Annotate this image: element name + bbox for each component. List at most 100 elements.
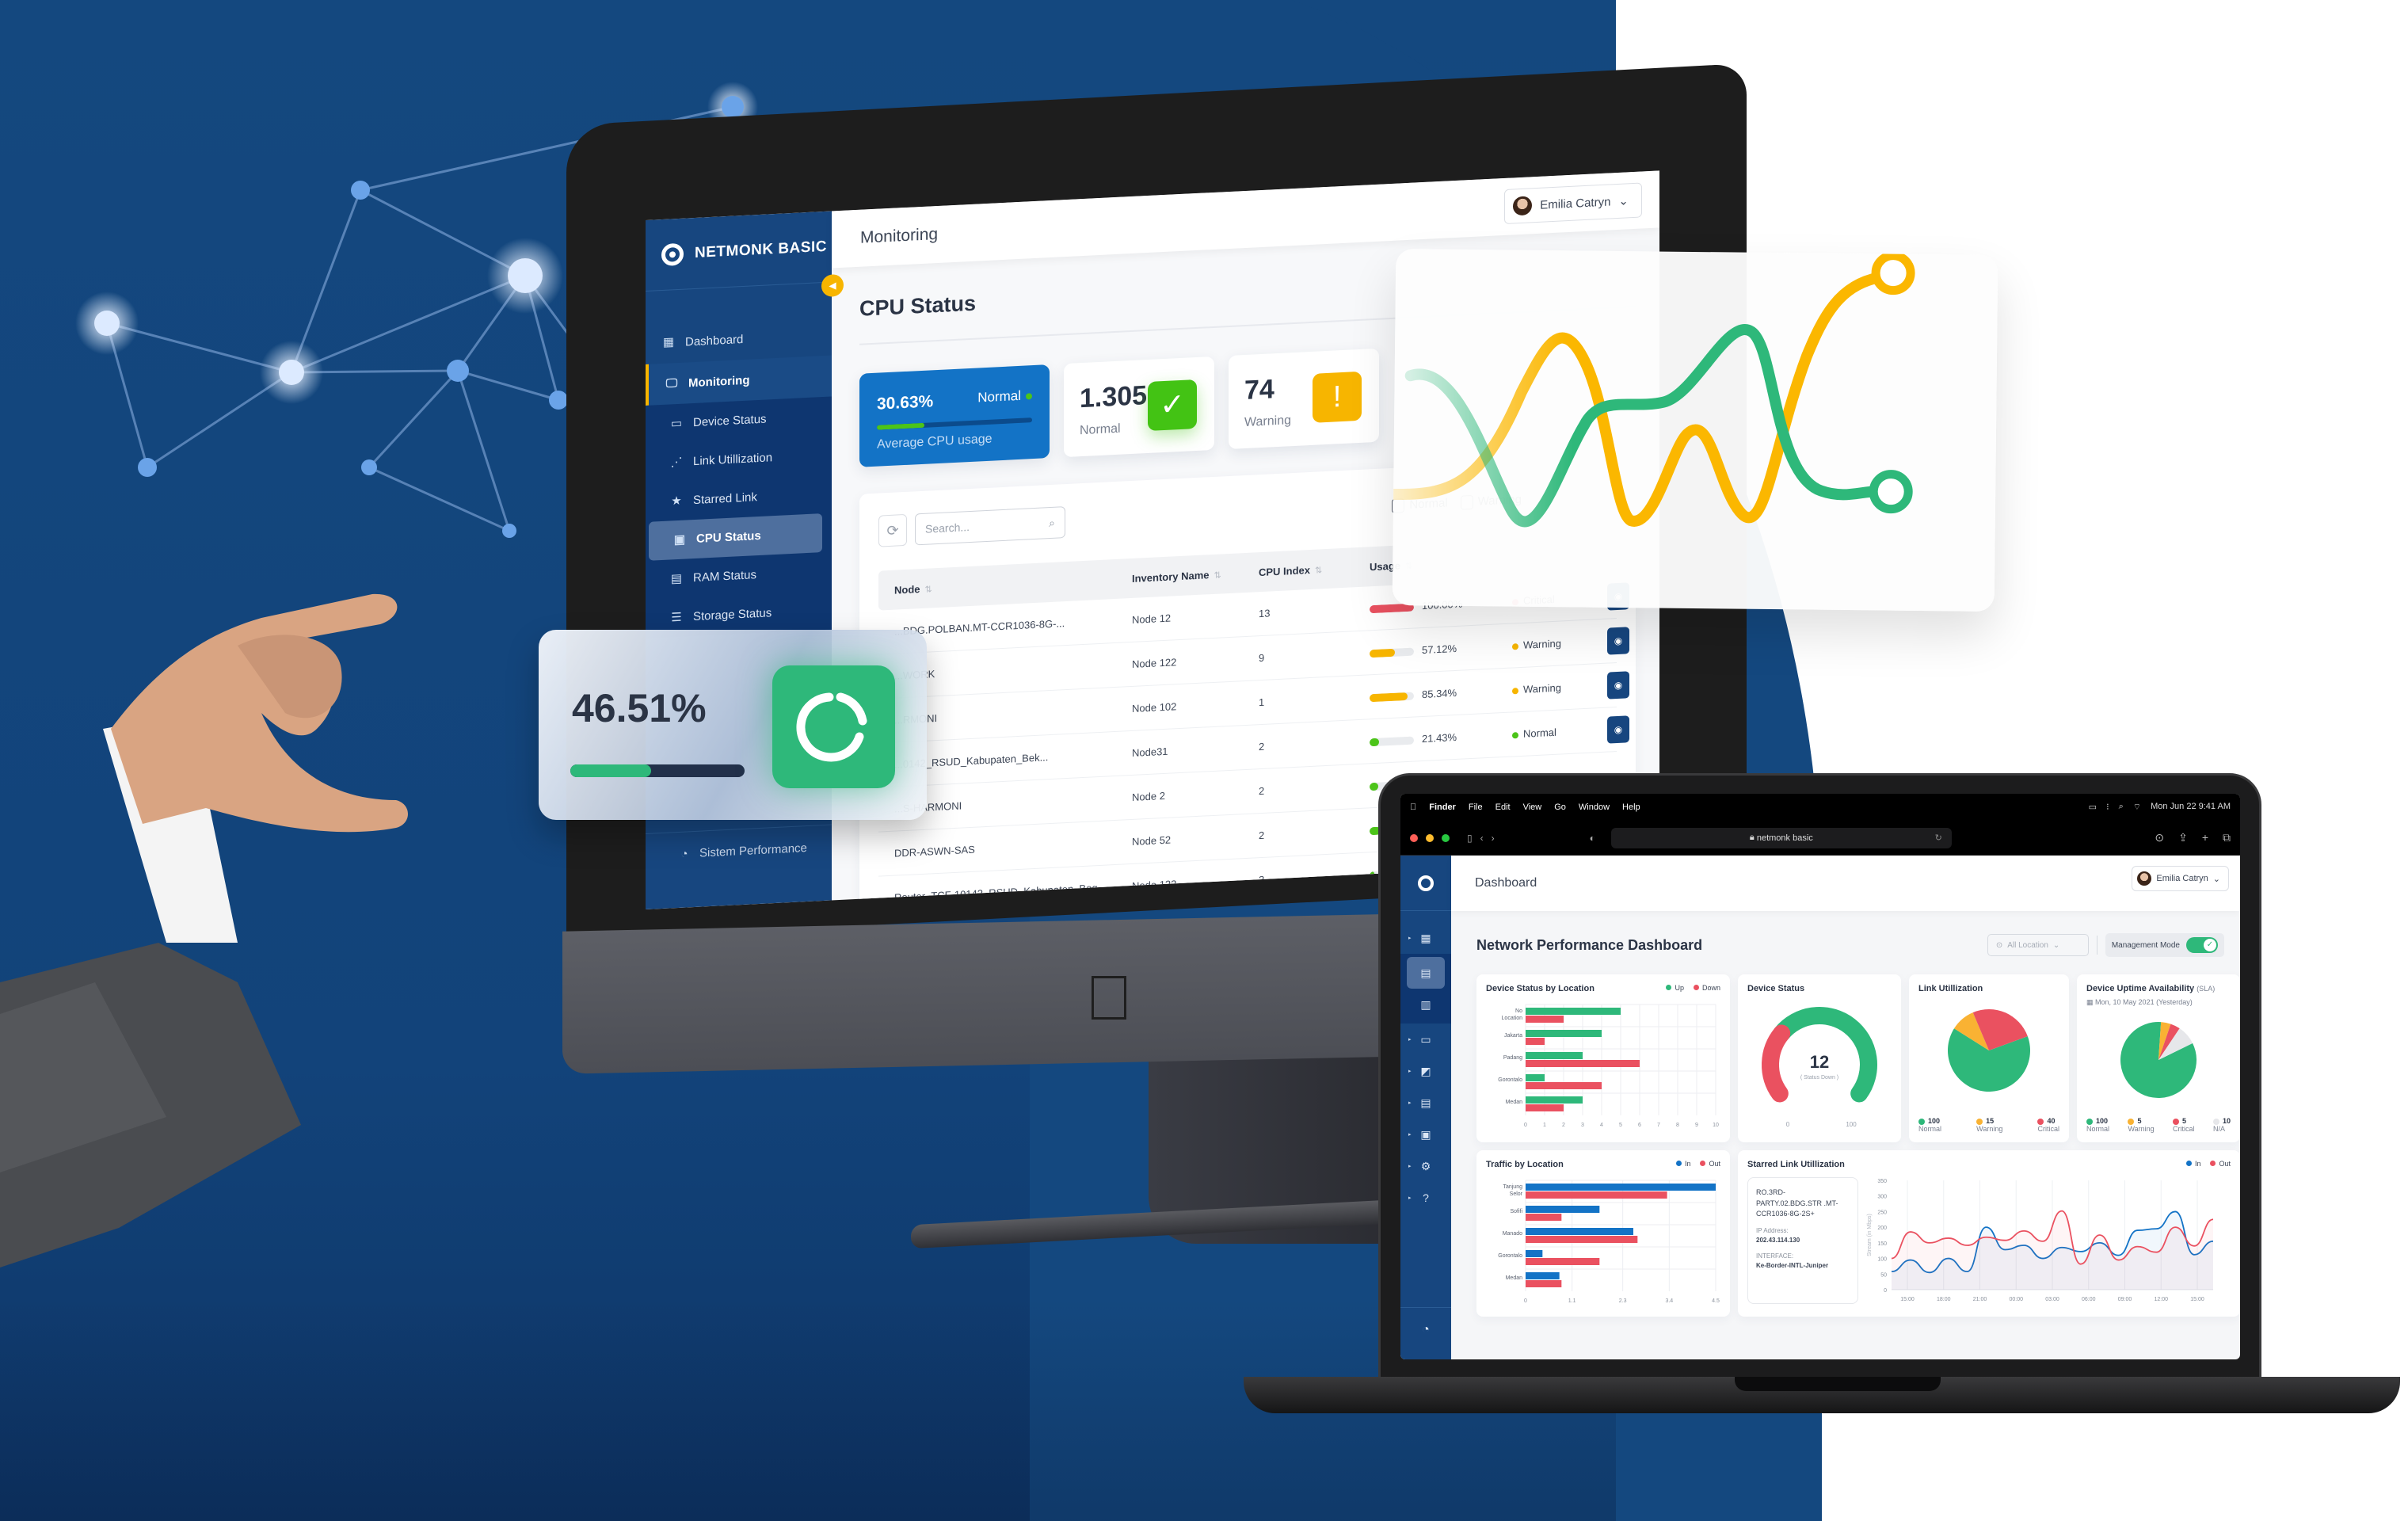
- average-cpu-status: Normal: [977, 387, 1021, 406]
- monitoring-submenu: ▭ Device Status ⋰ Link Utillization ★ Starr…: [646, 396, 832, 639]
- x-tick-label: 2: [1562, 1123, 1565, 1128]
- y-tick-label: Padang: [1503, 1055, 1522, 1061]
- x-tick-label: 18:00: [1937, 1297, 1951, 1302]
- column-cpu-index[interactable]: CPU Index ⇅: [1259, 561, 1370, 578]
- cell-cpu-index: 2: [1259, 740, 1265, 753]
- speedometer-icon: ◔: [680, 846, 688, 861]
- address-bar[interactable]: 🔒︎ netmonk basic ↻: [1610, 827, 1952, 848]
- grid-icon: ▦: [662, 335, 675, 349]
- spotlight-icon[interactable]: ⌕: [2119, 802, 2124, 813]
- share-icon[interactable]: ⇪: [2178, 831, 2188, 844]
- sidebar-toggle-icon[interactable]: ▯: [1467, 833, 1473, 844]
- bar-in: [1526, 1272, 1560, 1279]
- yellow-endpoint: [1871, 251, 1915, 295]
- view-detail-button[interactable]: ◉: [1607, 626, 1629, 655]
- cpu-usage-floating-card: 46.51%: [539, 630, 927, 820]
- legend-item: 100 Normal: [1918, 1117, 1942, 1133]
- interface-label: INTERFACE:: [1756, 1252, 1794, 1260]
- view-detail-button[interactable]: ◉: [1607, 715, 1629, 744]
- y-axis-label: Stream (in Mbps): [1867, 1214, 1873, 1256]
- bar-out: [1526, 1280, 1562, 1287]
- close-window-button[interactable]: [1410, 833, 1418, 842]
- download-icon[interactable]: ⊙: [2155, 831, 2164, 844]
- tabs-overview-icon[interactable]: ⧉: [2223, 831, 2231, 844]
- cell-node: ...S-HARMONI: [894, 799, 962, 815]
- cpu-icon: ▣: [673, 532, 686, 547]
- cell-inventory: Node31: [1132, 745, 1168, 759]
- view-detail-button[interactable]: ◉: [1607, 670, 1629, 700]
- menu-go[interactable]: Go: [1554, 802, 1566, 812]
- x-tick-label: 06:00: [2082, 1297, 2096, 1302]
- sort-icon: ⇅: [1214, 570, 1221, 581]
- user-menu[interactable]: Emilia Catryn ⌄: [2132, 866, 2229, 891]
- location-select[interactable]: ⊙ All Location ⌄: [1987, 934, 2089, 956]
- management-mode-toggle[interactable]: [2186, 937, 2218, 953]
- nav-inventory[interactable]: ▸ ▣: [1400, 1119, 1451, 1150]
- donut-badge: [772, 665, 895, 788]
- user-menu[interactable]: Emilia Catryn ⌄: [1504, 182, 1642, 224]
- zoom-window-button[interactable]: [1442, 833, 1450, 842]
- x-tick-label: 12:00: [2154, 1297, 2168, 1302]
- y-tick-label: No: [1515, 1008, 1522, 1014]
- brand-name: NETMONK BASIC: [695, 238, 827, 261]
- apple-logo-icon: : [1085, 966, 1136, 1030]
- menu-finder[interactable]: Finder: [1429, 802, 1456, 812]
- green-endpoint: [1869, 470, 1913, 514]
- nav-analytics[interactable]: ▸ ◩: [1400, 1055, 1451, 1087]
- bar-out: [1526, 1214, 1562, 1221]
- nav-dashboard[interactable]: ▸ ▦: [1400, 922, 1451, 954]
- gauge-label: ( Status Down ): [1800, 1075, 1838, 1081]
- search-input[interactable]: Search... ⌕: [915, 506, 1065, 546]
- refresh-button[interactable]: ⟳: [878, 513, 907, 547]
- monitor-icon: ▭: [1420, 1032, 1431, 1046]
- menu-help[interactable]: Help: [1622, 802, 1640, 812]
- cell-cpu-index: 2: [1259, 784, 1265, 798]
- menu-view[interactable]: View: [1523, 802, 1542, 812]
- sidebar-item-system-performance[interactable]: ◔ Sistem Performance: [646, 824, 832, 878]
- mac-menubar:  Finder File Edit View Go Window Help ▭…: [1400, 794, 2240, 821]
- bar-in: [1526, 1206, 1600, 1213]
- management-mode-control: Management Mode: [2105, 933, 2224, 957]
- x-tick-label: 1: [1543, 1123, 1546, 1128]
- y-tick-label: Jakarta: [1504, 1033, 1522, 1039]
- new-tab-icon[interactable]: +: [2202, 831, 2208, 844]
- star-icon: ★: [671, 494, 682, 508]
- minimize-window-button[interactable]: [1426, 833, 1434, 842]
- link-utilization-panel: Link Utillization 100 Normal 15 Warning 40 Cr…: [1909, 974, 2069, 1142]
- nav-system-performance[interactable]: ◔: [1400, 1307, 1451, 1351]
- shield-icon[interactable]: ◐: [1590, 833, 1595, 844]
- nav-settings[interactable]: ▸ ⚙: [1400, 1150, 1451, 1182]
- bar-down: [1526, 1104, 1564, 1111]
- device-status-panel: Device Status 12 ( Status Down ) 0 100: [1738, 974, 1901, 1142]
- forward-icon[interactable]: ›: [1492, 833, 1495, 844]
- collapse-sidebar-button[interactable]: ◀: [821, 273, 844, 298]
- chart-title: Device Uptime Availability (SLA): [2086, 984, 2216, 993]
- link-utilization-pie: [1948, 1009, 2030, 1092]
- nav-monitoring[interactable]: ▸ ▭: [1400, 1024, 1451, 1055]
- chart-title: Link Utillization: [1918, 984, 1983, 993]
- column-inventory-name[interactable]: Inventory Name ⇅: [1132, 566, 1259, 585]
- menu-window[interactable]: Window: [1579, 802, 1610, 812]
- nav-map[interactable]: ▥: [1400, 989, 1451, 1020]
- nav-reports[interactable]: ▸ ▤: [1400, 1087, 1451, 1119]
- menu-file[interactable]: File: [1469, 802, 1483, 812]
- device-status-bar-chart: 0 1 2 3 4 5 6 7 8 9 10 No Location Jakarta Padang Goron…: [1498, 1004, 1719, 1128]
- back-icon[interactable]: ‹: [1480, 833, 1484, 844]
- nav-help[interactable]: ▸?: [1400, 1182, 1451, 1214]
- map-icon: ▥: [1420, 997, 1431, 1011]
- ip-value: 202.43.114.130: [1756, 1236, 1800, 1244]
- x-tick-label: 09:00: [2118, 1297, 2132, 1302]
- nav-network-dashboard[interactable]: ▤: [1407, 957, 1445, 989]
- column-node[interactable]: Node ⇅: [894, 572, 1132, 597]
- reload-icon[interactable]: ↻: [1935, 833, 1942, 843]
- starred-link-info[interactable]: RO.3RD-PARTY.02.BDG.STR .MT-CCR1036-8G-2…: [1747, 1177, 1858, 1304]
- device-uptime-pie: [2120, 1022, 2197, 1098]
- battery-icon[interactable]: ▭: [2089, 802, 2097, 813]
- wifi-icon[interactable]: ⌔: [2133, 802, 2141, 813]
- apple-menu-icon[interactable]: : [1410, 802, 1416, 812]
- menu-edit[interactable]: Edit: [1495, 802, 1511, 812]
- bar-up: [1526, 1074, 1545, 1081]
- control-center-icon[interactable]: ⁝: [2106, 802, 2109, 813]
- interface-value: Ke-Border-INTL-Juniper: [1756, 1261, 1829, 1269]
- x-tick-label: 15:00: [2190, 1297, 2204, 1302]
